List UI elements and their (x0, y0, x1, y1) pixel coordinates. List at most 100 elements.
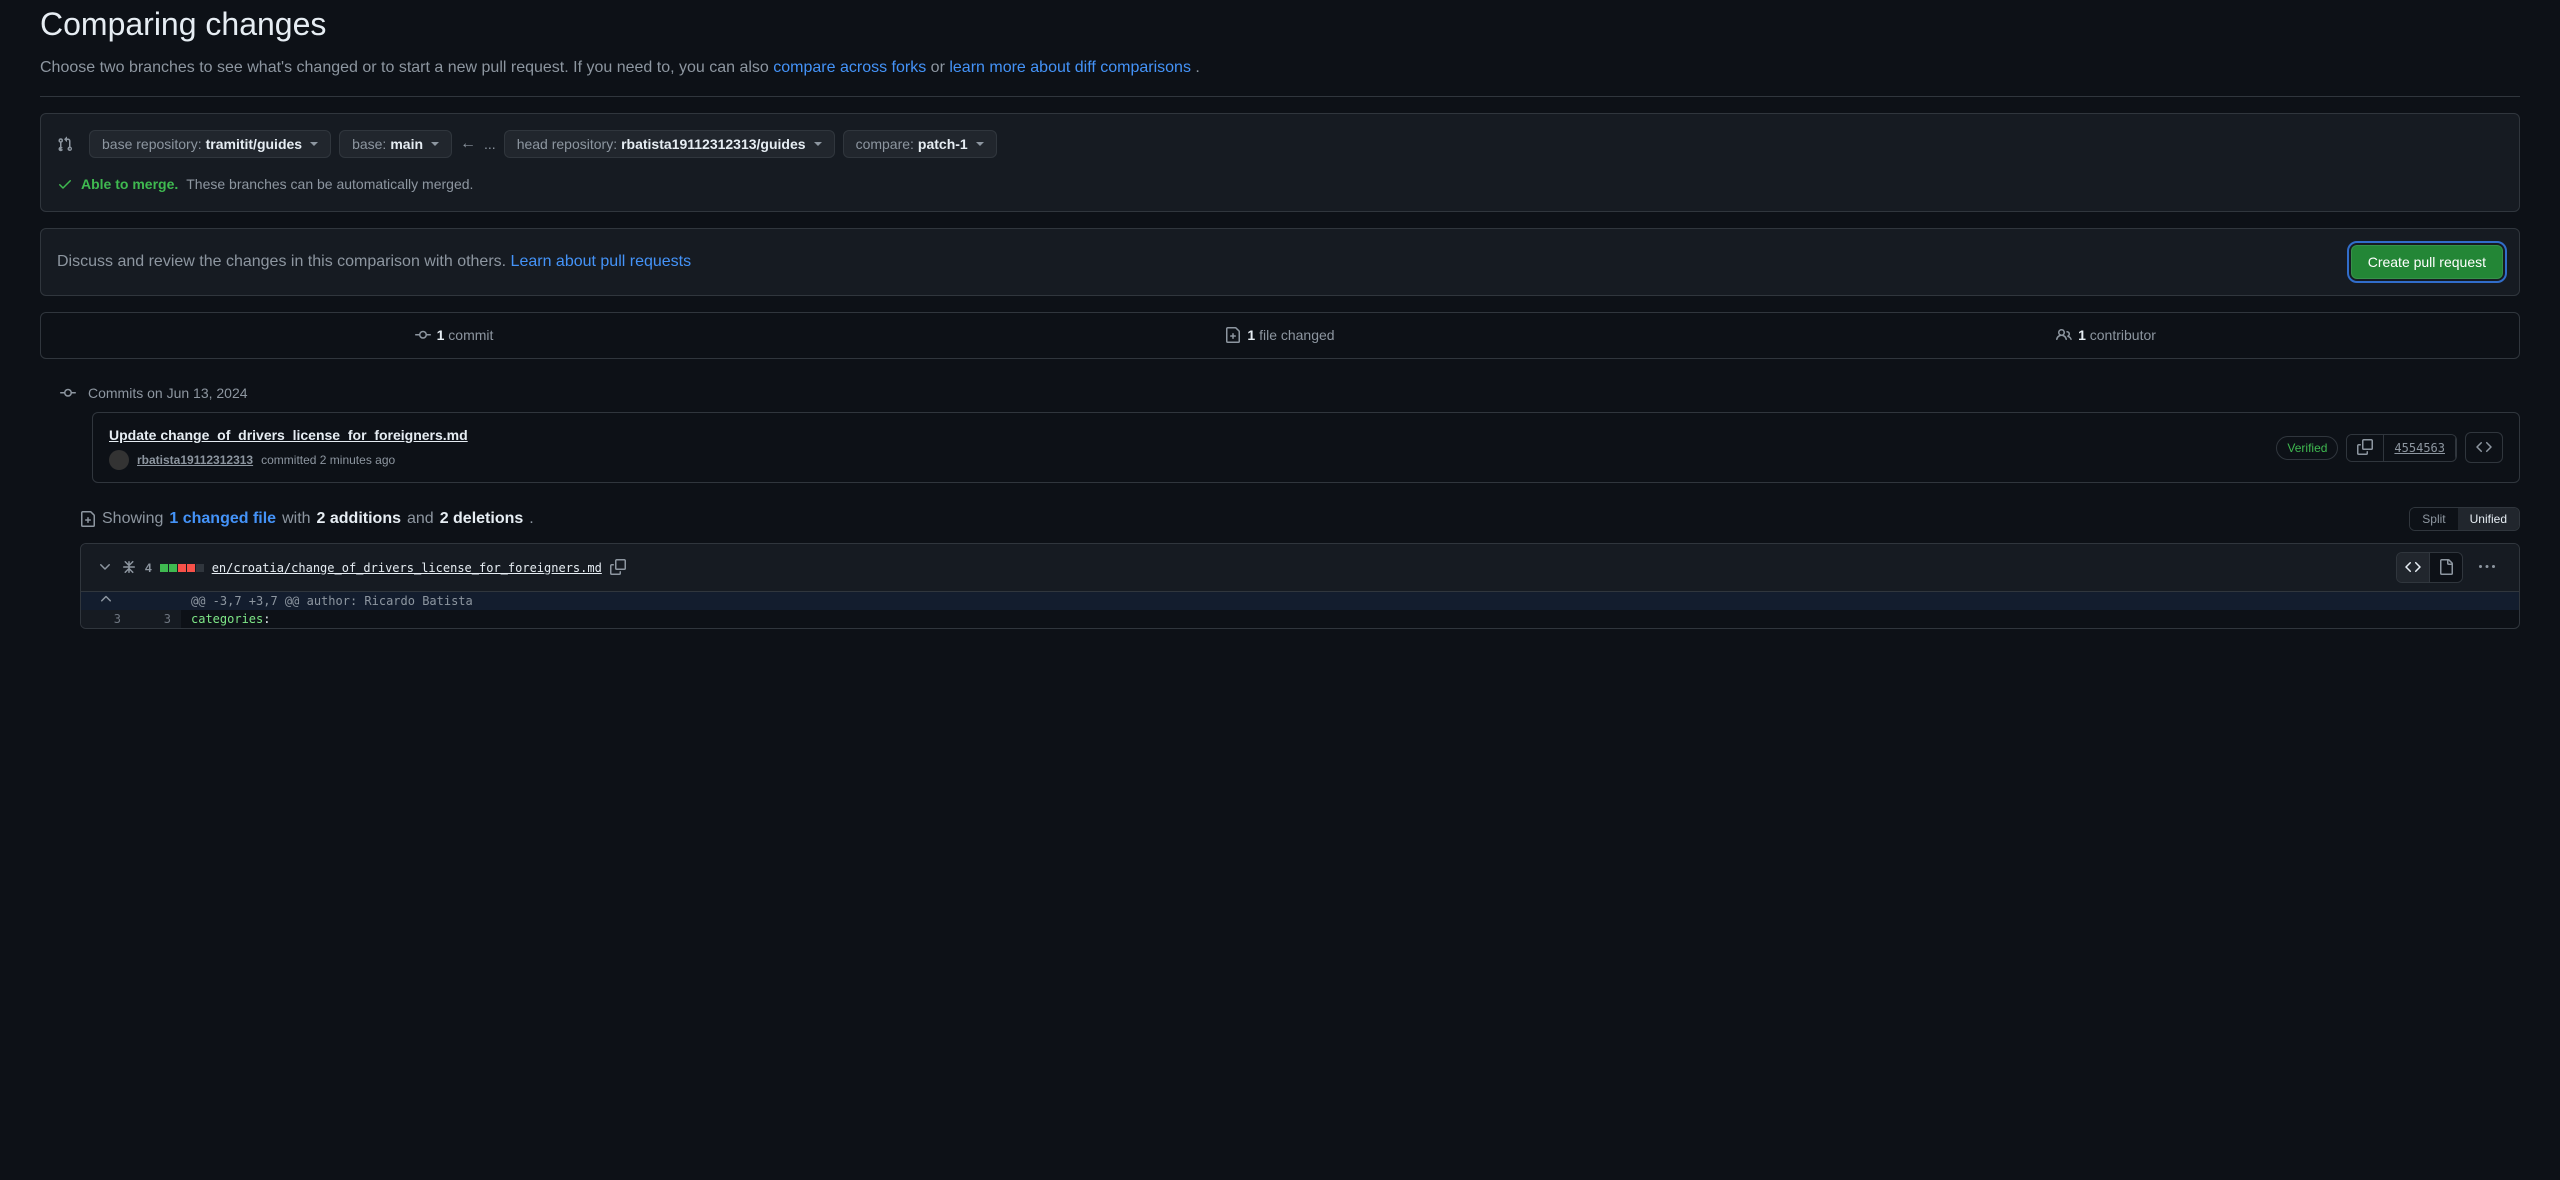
kebab-menu-button[interactable] (2471, 553, 2503, 582)
verified-badge[interactable]: Verified (2276, 436, 2338, 460)
commit-hash[interactable]: 4554563 (2384, 435, 2456, 461)
commit-dot-icon (60, 383, 76, 404)
create-pr-button[interactable]: Create pull request (2351, 245, 2503, 279)
branch-selectors: base repository: tramitit/guides base: m… (57, 130, 2503, 158)
line-content: categories: (181, 610, 2519, 628)
subtitle: Choose two branches to see what's change… (40, 56, 2520, 80)
split-view-button[interactable]: Split (2410, 508, 2457, 530)
check-icon (57, 174, 73, 195)
commit-meta: rbatista19112312313 committed 2 minutes … (109, 450, 468, 470)
stat-contributors[interactable]: 1 contributor (1693, 313, 2519, 358)
additions-count: 2 additions (317, 507, 401, 531)
and-text: and (407, 507, 434, 531)
commit-icon (415, 325, 431, 346)
diff-square-del (187, 564, 195, 572)
compare-forks-link[interactable]: compare across forks (773, 59, 926, 76)
avatar[interactable] (109, 450, 129, 470)
hunk-header-text: @@ -3,7 +3,7 @@ author: Ricardo Batista (181, 592, 2519, 610)
head-repo-dropdown[interactable]: head repository: rbatista19112312313/gui… (504, 130, 835, 158)
contributors-count: 1 (2078, 327, 2086, 343)
commit-author[interactable]: rbatista19112312313 (137, 451, 253, 469)
change-count: 4 (145, 559, 152, 577)
ellipsis: ... (484, 134, 496, 155)
chevron-down-icon[interactable] (97, 557, 113, 578)
base-repo-dropdown[interactable]: base repository: tramitit/guides (89, 130, 331, 158)
hash-group: 4554563 (2346, 434, 2457, 462)
commit-left: Update change_of_drivers_license_for_for… (109, 425, 468, 470)
showing-text: Showing (102, 507, 163, 531)
file-header-left: 4 en/croatia/change_of_drivers_license_f… (97, 557, 626, 578)
people-icon (2056, 325, 2072, 346)
changed-file-link[interactable]: 1 changed file (169, 507, 276, 531)
summary-left: Showing 1 changed file with 2 additions … (80, 507, 534, 531)
contributors-label: contributor (2086, 327, 2156, 343)
commit-title[interactable]: Update change_of_drivers_license_for_for… (109, 425, 468, 446)
hunk-line-num-spacer (131, 592, 181, 610)
changes-summary: Showing 1 changed file with 2 additions … (80, 507, 2520, 531)
discuss-text: Discuss and review the changes in this c… (57, 250, 691, 274)
copy-hash-button[interactable] (2347, 435, 2384, 461)
commit-right: Verified 4554563 (2276, 432, 2503, 463)
compare-label: compare: (856, 136, 914, 152)
stat-commits[interactable]: 1 commit (41, 313, 867, 358)
file-diff-icon (1225, 325, 1241, 346)
hunk-header-row: @@ -3,7 +3,7 @@ author: Ricardo Batista (81, 592, 2519, 610)
view-toggle: Split Unified (2409, 507, 2520, 531)
stat-commits-text: 1 commit (437, 325, 494, 346)
diff-square-neutral (196, 564, 204, 572)
line-num-old[interactable]: 3 (81, 610, 131, 628)
file-path[interactable]: en/croatia/change_of_drivers_license_for… (212, 559, 602, 577)
file-header-right (2396, 552, 2503, 583)
line-num-new[interactable]: 3 (131, 610, 181, 628)
expand-up-button[interactable] (81, 592, 131, 610)
head-repo-value: rbatista19112312313/guides (621, 136, 805, 152)
compare-box: base repository: tramitit/guides base: m… (40, 113, 2520, 212)
stat-files-text: 1 file changed (1247, 325, 1334, 346)
rendered-view-button[interactable] (2430, 553, 2462, 582)
subtitle-suffix: . (1195, 59, 1199, 76)
file-header: 4 en/croatia/change_of_drivers_license_f… (81, 544, 2519, 592)
discuss-prefix: Discuss and review the changes in this c… (57, 253, 511, 270)
source-view-button[interactable] (2397, 553, 2430, 582)
files-label: file changed (1255, 327, 1334, 343)
deletions-count: 2 deletions (440, 507, 524, 531)
base-branch-dropdown[interactable]: base: main (339, 130, 452, 158)
diff-squares (160, 564, 204, 572)
subtitle-or: or (931, 59, 950, 76)
diff-square-del (178, 564, 186, 572)
learn-pr-link[interactable]: Learn about pull requests (511, 253, 692, 270)
merge-status: Able to merge. These branches can be aut… (57, 174, 2503, 195)
unified-view-button[interactable]: Unified (2458, 508, 2519, 530)
commits-label: commit (444, 327, 493, 343)
with-text: with (282, 507, 310, 531)
stat-files[interactable]: 1 file changed (867, 313, 1693, 358)
commits-date: Commits on Jun 13, 2024 (88, 383, 248, 404)
stats-box: 1 commit 1 file changed 1 contributor (40, 312, 2520, 359)
view-mode-group (2396, 552, 2463, 583)
merge-desc-text: These branches can be automatically merg… (186, 174, 473, 195)
head-repo-label: head repository: (517, 136, 617, 152)
compare-branch-dropdown[interactable]: compare: patch-1 (843, 130, 997, 158)
diff-square-add (160, 564, 168, 572)
commit-time: committed 2 minutes ago (261, 451, 395, 469)
file-diff-icon (80, 507, 96, 531)
commit-item: Update change_of_drivers_license_for_for… (92, 412, 2520, 483)
diff-square-add (169, 564, 177, 572)
diff-content: @@ -3,7 +3,7 @@ author: Ricardo Batista … (81, 592, 2519, 628)
expand-icon[interactable] (121, 557, 137, 578)
base-repo-label: base repository: (102, 136, 202, 152)
yaml-key: categories (191, 612, 263, 626)
merge-able-text: Able to merge. (81, 174, 178, 195)
learn-more-link[interactable]: learn more about diff comparisons (949, 59, 1191, 76)
page-title: Comparing changes (40, 0, 2520, 48)
browse-code-button[interactable] (2465, 432, 2503, 463)
base-repo-value: tramitit/guides (206, 136, 302, 152)
base-value: main (390, 136, 423, 152)
copy-path-button[interactable] (610, 557, 626, 578)
git-compare-icon (57, 134, 73, 155)
commits-header: Commits on Jun 13, 2024 (60, 383, 2520, 404)
compare-value: patch-1 (918, 136, 968, 152)
file-box: 4 en/croatia/change_of_drivers_license_f… (80, 543, 2520, 629)
diff-line-row: 3 3 categories: (81, 610, 2519, 628)
subtitle-text: Choose two branches to see what's change… (40, 59, 773, 76)
